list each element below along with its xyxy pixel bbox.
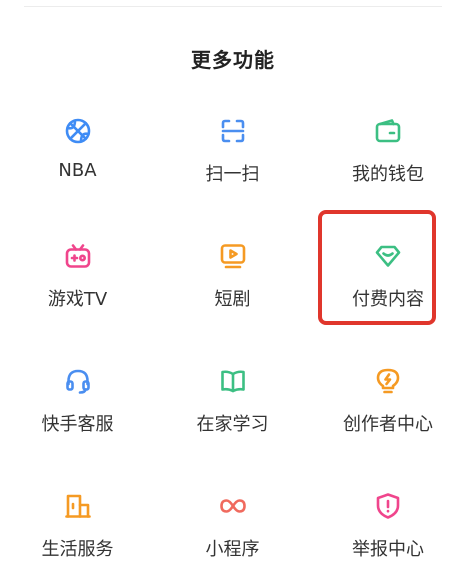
- more-features-page: 更多功能 NBA 扫一扫 我的钱包 游戏TV 短剧 付费内容 快手客服 在家学习…: [0, 0, 466, 576]
- headset-icon: [61, 364, 95, 398]
- lightbulb-icon: [371, 364, 405, 398]
- tv-icon: [61, 239, 95, 273]
- section-title: 更多功能: [191, 48, 275, 72]
- feature-label: 游戏TV: [47, 289, 108, 310]
- feature-item-nba[interactable]: NBA: [0, 100, 155, 225]
- feature-label: 我的钱包: [352, 164, 424, 185]
- feature-label: 举报中心: [352, 539, 424, 560]
- scan-icon: [216, 114, 250, 148]
- feature-label: 扫一扫: [205, 164, 260, 185]
- feature-item-scan[interactable]: 扫一扫: [155, 100, 310, 225]
- basketball-icon: [61, 114, 95, 148]
- top-divider: [24, 6, 442, 7]
- wallet-icon: [371, 114, 405, 148]
- infinity-icon: [216, 489, 250, 523]
- feature-label: 在家学习: [196, 414, 269, 435]
- feature-item-game-tv[interactable]: 游戏TV: [0, 225, 155, 350]
- feature-label: 快手客服: [41, 414, 114, 435]
- feature-item-study-at-home[interactable]: 在家学习: [155, 350, 310, 475]
- video-play-icon: [216, 239, 250, 273]
- feature-item-life-services[interactable]: 生活服务: [0, 475, 155, 576]
- feature-label: 短剧: [214, 289, 251, 310]
- feature-item-customer-service[interactable]: 快手客服: [0, 350, 155, 475]
- feature-label: 创作者中心: [343, 414, 433, 435]
- shop-icon: [61, 489, 95, 523]
- feature-item-report-center[interactable]: 举报中心: [310, 475, 466, 576]
- feature-item-creator-center[interactable]: 创作者中心: [310, 350, 466, 475]
- feature-item-paid-content[interactable]: 付费内容: [310, 225, 466, 350]
- feature-label: NBA: [58, 160, 97, 181]
- shield-alert-icon: [371, 489, 405, 523]
- feature-item-mini-program[interactable]: 小程序: [155, 475, 310, 576]
- book-icon: [216, 364, 250, 398]
- feature-label: 小程序: [205, 539, 260, 560]
- feature-label: 付费内容: [352, 289, 424, 310]
- feature-grid: NBA 扫一扫 我的钱包 游戏TV 短剧 付费内容 快手客服 在家学习 创作者中…: [0, 100, 466, 576]
- feature-item-wallet[interactable]: 我的钱包: [310, 100, 466, 225]
- diamond-icon: [371, 239, 405, 273]
- feature-label: 生活服务: [41, 539, 114, 560]
- feature-item-short-drama[interactable]: 短剧: [155, 225, 310, 350]
